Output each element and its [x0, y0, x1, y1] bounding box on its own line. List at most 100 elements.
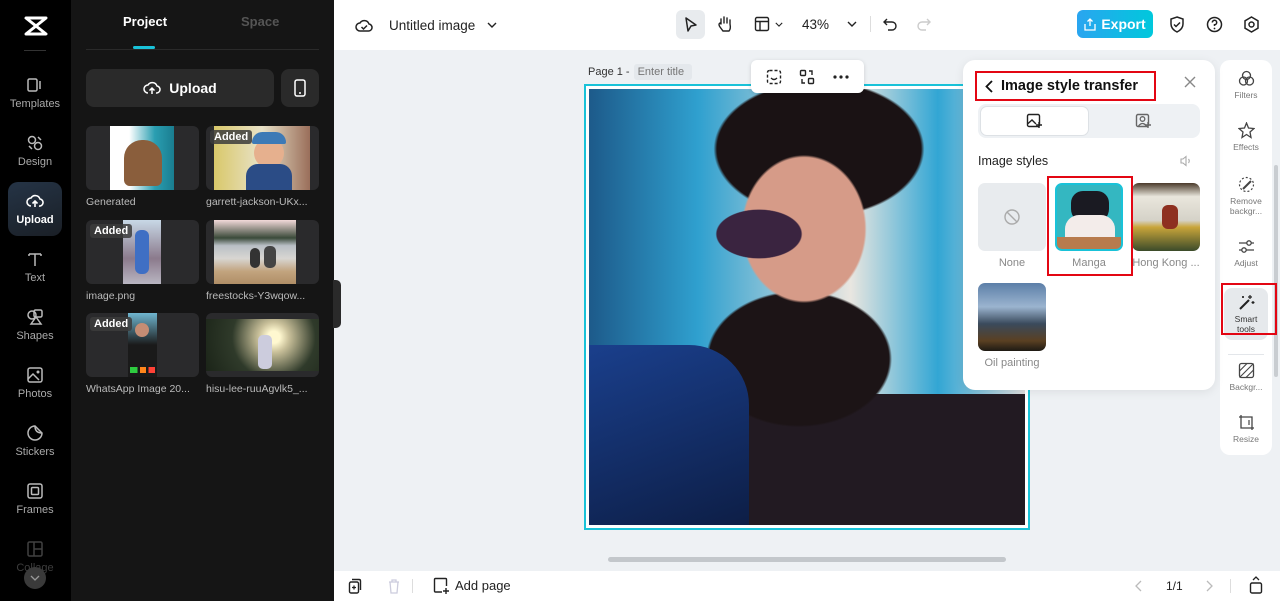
undo-icon — [883, 18, 897, 31]
tab-space[interactable]: Space — [241, 14, 279, 29]
select-tool-button[interactable] — [676, 10, 705, 39]
upload-button[interactable]: Upload — [86, 69, 274, 107]
prev-page-icon[interactable] — [1135, 580, 1142, 592]
export-button[interactable]: Export — [1077, 10, 1153, 38]
templates-icon — [27, 78, 41, 92]
tool-effects[interactable]: Effects — [1224, 122, 1268, 152]
zoom-level: 43% — [802, 16, 830, 32]
duplicate-page-icon[interactable] — [348, 578, 362, 594]
left-rail: Templates Design Upload Text Shapes Phot… — [0, 0, 71, 601]
section-title: Image styles — [978, 154, 1049, 168]
add-page-button[interactable]: Add page — [433, 577, 511, 594]
rail-item-templates[interactable]: Templates — [8, 66, 62, 120]
close-button[interactable] — [1181, 73, 1199, 91]
zoom-dropdown[interactable]: 43% — [802, 14, 857, 34]
right-tools-bar: Filters Effects Remove backgr... Adjust … — [1220, 60, 1272, 455]
divider — [1228, 354, 1264, 355]
back-chevron-icon[interactable] — [985, 79, 993, 93]
added-badge: Added — [90, 317, 133, 331]
hand-icon — [718, 16, 732, 32]
cloud-save-icon[interactable] — [354, 15, 374, 35]
image-context-toolbar — [751, 60, 864, 93]
mobile-upload-button[interactable] — [281, 69, 319, 107]
tool-background[interactable]: Backgr... — [1224, 362, 1268, 392]
shield-button[interactable] — [1167, 14, 1187, 34]
asset-name: freestocks-Y3wqow... — [206, 290, 306, 302]
settings-button[interactable] — [1241, 14, 1261, 34]
image-style-transfer-panel: Image style transfer Image styles None M… — [963, 60, 1215, 390]
tool-adjust[interactable]: Adjust — [1224, 238, 1268, 268]
replace-icon[interactable] — [799, 69, 815, 85]
asset-name: WhatsApp Image 20... — [86, 383, 190, 395]
asset-item[interactable]: Added image.png — [86, 220, 199, 302]
tool-label: Backgr... — [1229, 382, 1263, 392]
asset-item[interactable]: Added WhatsApp Image 20... — [86, 313, 199, 395]
next-page-icon[interactable] — [1206, 580, 1213, 592]
horizontal-scrollbar[interactable] — [608, 557, 1006, 562]
rail-expand-button[interactable] — [24, 567, 46, 589]
asset-item[interactable]: hisu-lee-ruuAgvlk5_... — [206, 313, 319, 395]
layout-dropdown[interactable] — [750, 13, 786, 35]
tab-project[interactable]: Project — [123, 14, 167, 29]
rail-item-photos[interactable]: Photos — [8, 356, 62, 410]
vertical-scrollbar[interactable] — [1274, 165, 1278, 377]
image-style-mode-tab[interactable] — [980, 106, 1089, 136]
asset-item[interactable]: Generated — [86, 126, 199, 208]
doc-title-dropdown[interactable]: Untitled image — [389, 15, 497, 35]
tool-label: Effects — [1233, 142, 1259, 152]
rail-item-upload[interactable]: Upload — [8, 182, 62, 236]
canvas-image[interactable] — [589, 89, 1025, 525]
effects-icon — [1237, 122, 1255, 139]
smart-tools-highlight — [1221, 283, 1277, 335]
expand-pages-icon[interactable] — [1249, 576, 1263, 594]
asset-name: garrett-jackson-UKx... — [206, 196, 308, 208]
style-label: Oil painting — [984, 357, 1040, 369]
style-thumbnail — [978, 183, 1046, 251]
asset-thumbnail — [206, 313, 319, 377]
tool-resize[interactable]: Resize — [1224, 414, 1268, 444]
hand-tool-button[interactable] — [714, 13, 736, 35]
asset-item[interactable]: freestocks-Y3wqow... — [206, 220, 319, 302]
rail-item-shapes[interactable]: Shapes — [8, 298, 62, 352]
speaker-icon[interactable] — [1180, 155, 1192, 167]
rail-label: Frames — [16, 504, 54, 516]
page-title-input[interactable] — [633, 64, 692, 80]
style-option-oil-painting[interactable]: Oil painting — [978, 283, 1046, 369]
portrait-style-mode-tab[interactable] — [1089, 106, 1198, 136]
style-thumbnail — [978, 283, 1046, 351]
style-option-hong-kong[interactable]: Hong Kong ... — [1132, 183, 1200, 269]
panel-header[interactable]: Image style transfer — [975, 71, 1156, 101]
panel-collapse-handle[interactable] — [333, 280, 341, 328]
delete-page-icon[interactable] — [387, 578, 401, 594]
help-button[interactable] — [1204, 14, 1224, 34]
more-icon[interactable] — [833, 74, 849, 79]
style-option-none[interactable]: None — [978, 183, 1046, 269]
upload-cloud-icon — [26, 194, 44, 207]
capcut-logo[interactable] — [0, 8, 71, 44]
magic-eraser-icon — [1238, 176, 1254, 193]
undo-button[interactable] — [880, 14, 900, 34]
upload-label: Upload — [169, 80, 217, 96]
rail-item-text[interactable]: Text — [8, 240, 62, 294]
collage-icon — [27, 541, 43, 557]
divider — [24, 50, 46, 51]
rail-item-frames[interactable]: Frames — [8, 472, 62, 526]
background-icon — [1238, 362, 1254, 379]
tool-remove-background[interactable]: Remove backgr... — [1224, 176, 1268, 216]
rail-item-stickers[interactable]: Stickers — [8, 414, 62, 468]
redo-button[interactable] — [914, 14, 934, 34]
top-bar: Untitled image 43% Export — [334, 0, 1280, 50]
rail-item-design[interactable]: Design — [8, 124, 62, 178]
shapes-icon — [27, 309, 43, 325]
rail-label: Templates — [9, 98, 61, 110]
page-counter: 1/1 — [1166, 579, 1183, 593]
smart-crop-icon[interactable] — [766, 69, 782, 85]
rail-label: Stickers — [15, 446, 55, 458]
cursor-icon — [684, 16, 697, 32]
asset-item[interactable]: Added garrett-jackson-UKx... — [206, 126, 319, 208]
asset-thumbnail: Added — [86, 313, 199, 377]
panel-tabs: Project Space — [86, 0, 319, 50]
doc-title: Untitled image — [389, 17, 476, 33]
tool-filters[interactable]: Filters — [1224, 70, 1268, 100]
divider — [412, 579, 413, 593]
